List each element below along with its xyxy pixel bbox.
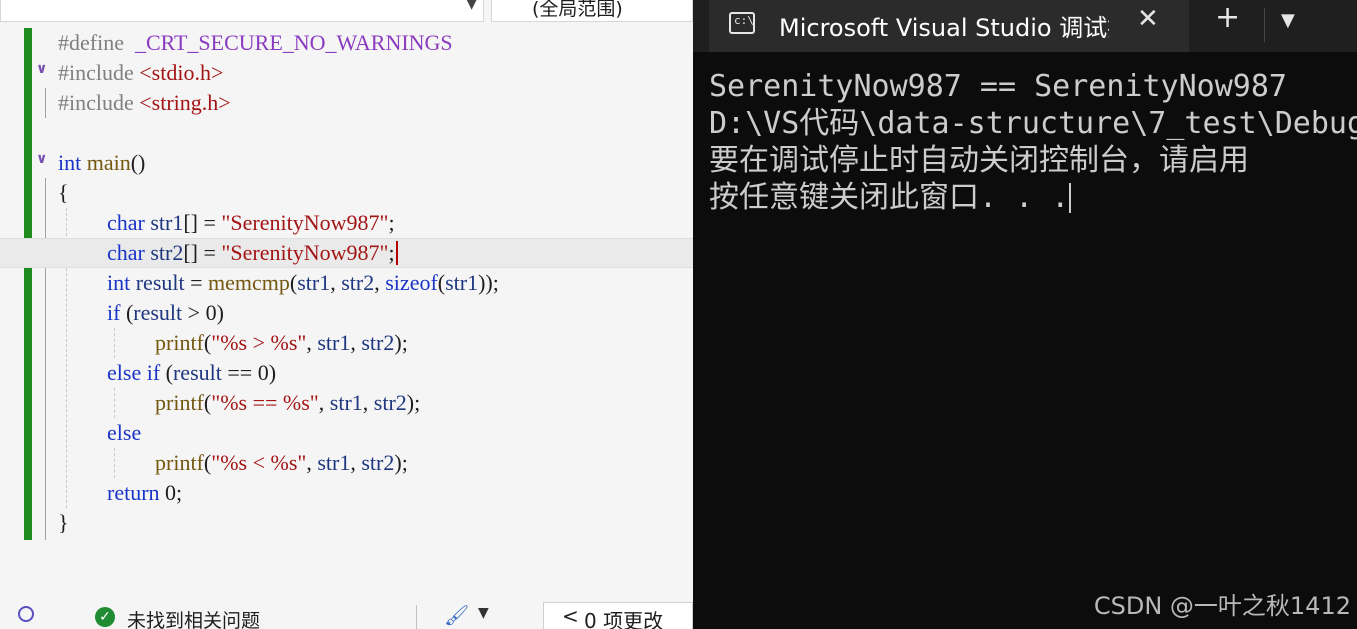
scope-label: (全局范围)	[532, 0, 623, 20]
watermark: CSDN @一叶之秋1412	[1093, 592, 1351, 620]
console-line: SerenityNow987 == SerenityNow987	[709, 69, 1287, 104]
new-tab-icon[interactable]: +	[1215, 0, 1240, 35]
changes-count-label: 0 项更改	[584, 609, 664, 629]
status-divider	[416, 605, 417, 629]
editor-navigation-bar: ▼ (全局范围)	[0, 0, 693, 24]
code-line[interactable]: ∨ #include <stdio.h>	[0, 58, 693, 88]
issues-status-text[interactable]: 未找到相关问题	[127, 606, 260, 629]
code-line[interactable]: printf("%s == %s", str1, str2);	[0, 388, 693, 418]
code-text: {	[58, 180, 69, 205]
code-text: #include <stdio.h>	[58, 60, 224, 85]
code-line[interactable]: {	[0, 178, 693, 208]
current-code-line[interactable]: char str2[] = "SerenityNow987";	[0, 238, 693, 268]
close-icon[interactable]: ✕	[1137, 4, 1159, 34]
editor-status-bar: ✓ 未找到相关问题 🖌 ▼ < 0 项更改	[0, 597, 693, 629]
code-line[interactable]: printf("%s < %s", str1, str2);	[0, 448, 693, 478]
code-line[interactable]: else if (result == 0)	[0, 358, 693, 388]
terminal-tab-strip: c:\ Microsoft Visual Studio 调试控制台 ✕ + ▼	[693, 0, 1357, 52]
code-line[interactable]: printf("%s > %s", str1, str2);	[0, 328, 693, 358]
console-line-text: 按任意键关闭此窗口. . .	[709, 180, 1070, 215]
fold-chevron-icon[interactable]: ∨	[36, 151, 47, 167]
code-line[interactable]: #define _CRT_SECURE_NO_WARNINGS	[0, 28, 693, 58]
code-text: char str2[] = "SerenityNow987";	[107, 239, 398, 267]
check-circle-icon: ✓	[95, 607, 115, 627]
code-cleanup-brush-icon[interactable]: 🖌	[444, 603, 469, 627]
chevron-down-icon[interactable]: ▼	[1281, 10, 1295, 31]
chevron-down-icon[interactable]: ▼	[478, 605, 489, 621]
global-scope-dropdown[interactable]: (全局范围)	[491, 0, 693, 22]
code-text: printf("%s < %s", str1, str2);	[155, 450, 408, 475]
code-text: }	[58, 510, 69, 535]
code-line[interactable]: return 0;	[0, 478, 693, 508]
chevron-down-icon[interactable]: ▼	[466, 0, 477, 12]
code-text: else if (result == 0)	[107, 360, 277, 385]
code-line[interactable]	[0, 118, 693, 148]
code-text: printf("%s > %s", str1, str2);	[155, 330, 408, 355]
code-line[interactable]: int result = memcmp(str1, str2, sizeof(s…	[0, 268, 693, 298]
intellicode-icon[interactable]	[18, 606, 34, 622]
console-icon-text: c:\	[734, 14, 754, 27]
code-editor[interactable]: ▼ (全局范围) #define _CRT_SECURE_NO_WARNINGS…	[0, 0, 693, 629]
code-text: char str1[] = "SerenityNow987";	[107, 210, 395, 235]
code-line[interactable]: char str1[] = "SerenityNow987";	[0, 208, 693, 238]
code-line[interactable]: #include <string.h>	[0, 88, 693, 118]
text-cursor	[395, 241, 398, 265]
code-text: else	[107, 420, 142, 445]
tab-title: Microsoft Visual Studio 调试控制台	[779, 14, 1109, 42]
console-line: 按任意键关闭此窗口. . .	[709, 179, 1357, 216]
console-line: 要在调试停止时自动关闭控制台，请启用	[709, 143, 1249, 178]
code-line[interactable]: else	[0, 418, 693, 448]
console-cursor	[1069, 183, 1072, 213]
code-text: return 0;	[107, 480, 183, 505]
code-text: printf("%s == %s", str1, str2);	[155, 390, 421, 415]
console-output[interactable]: SerenityNow987 == SerenityNow987 D:\VS代码…	[709, 68, 1357, 216]
debug-console-window[interactable]: c:\ Microsoft Visual Studio 调试控制台 ✕ + ▼ …	[693, 0, 1357, 629]
code-text: int result = memcmp(str1, str2, sizeof(s…	[107, 270, 499, 295]
console-line: D:\VS代码\data-structure\7_test\Debug\	[709, 106, 1357, 141]
fold-chevron-icon[interactable]: ∨	[36, 61, 47, 77]
code-line[interactable]: }	[0, 508, 693, 538]
previous-change-icon[interactable]: <	[562, 604, 579, 628]
code-text: #include <string.h>	[58, 90, 231, 115]
tab-divider	[1264, 8, 1265, 42]
code-line[interactable]: ∨ int main()	[0, 148, 693, 178]
code-text: int main()	[58, 150, 146, 175]
code-text: if (result > 0)	[107, 300, 224, 325]
changes-navigator[interactable]: < 0 项更改	[543, 602, 693, 629]
terminal-tab[interactable]: c:\ Microsoft Visual Studio 调试控制台 ✕	[709, 0, 1189, 52]
code-line[interactable]: if (result > 0)	[0, 298, 693, 328]
console-icon: c:\	[729, 12, 755, 34]
file-scope-dropdown[interactable]: ▼	[0, 0, 484, 22]
code-area[interactable]: #define _CRT_SECURE_NO_WARNINGS ∨ #inclu…	[0, 28, 693, 548]
code-text: #define _CRT_SECURE_NO_WARNINGS	[58, 30, 453, 55]
